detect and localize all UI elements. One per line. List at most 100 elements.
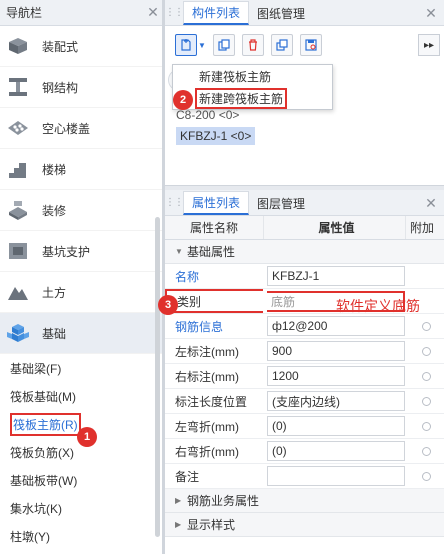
new-component-button[interactable] [175, 34, 197, 56]
tab-property-list[interactable]: 属性列表 [183, 191, 250, 215]
property-value-mark-position[interactable]: (支座内边线) [267, 391, 405, 411]
nav-category-steel[interactable]: 钢结构 [0, 67, 162, 108]
property-row-remark: 备注 [165, 464, 444, 489]
extra-radio[interactable] [422, 471, 431, 481]
hollow-slab-icon [8, 121, 28, 135]
new-file-icon [181, 39, 191, 51]
component-list-item-selected[interactable]: KFBZJ-1 <0> [176, 127, 256, 145]
nav-sub-item[interactable]: 基础板带(W) [0, 466, 162, 494]
close-icon[interactable]: ✕ [422, 5, 440, 22]
group-display-style[interactable]: ▶ 显示样式 [165, 513, 444, 537]
more-tools-button[interactable]: ▸▸ [418, 34, 440, 56]
tab-component-list[interactable]: 构件列表 [183, 1, 250, 25]
group-basic-properties[interactable]: ▼ 基础属性 [165, 240, 444, 264]
group-rebar-business-properties[interactable]: ▶ 钢筋业务属性 [165, 489, 444, 513]
dropdown-arrow-icon[interactable]: ▼ [198, 41, 206, 50]
menu-item-new-span-raft-main-rebar[interactable]: 新建跨筏板主筋 [173, 87, 332, 109]
drag-handle-icon[interactable]: ⋮⋮ [165, 189, 184, 215]
nav-category-prefab[interactable]: 装配式 [0, 26, 162, 67]
column-header-value: 属性值 [263, 216, 405, 239]
property-value-rebar-info[interactable]: ф12@200 [267, 316, 405, 336]
property-value-left-bend[interactable]: (0) [267, 416, 405, 436]
nav-category-label: 装配式 [42, 39, 79, 54]
property-value-left-mark[interactable]: 900 [267, 341, 405, 361]
step-marker-3: 3 [158, 295, 178, 315]
expand-icon: ▶ [175, 520, 182, 529]
save-icon [305, 39, 317, 51]
close-icon[interactable]: ✕ [422, 195, 440, 212]
property-row-left-bend: 左弯折(mm) (0) [165, 414, 444, 439]
copy-icon [218, 39, 230, 51]
annotation-note: 软件定义底筋 [336, 298, 420, 314]
extra-radio[interactable] [422, 346, 431, 356]
step-marker-2: 2 [173, 90, 193, 110]
prefab-icon [9, 38, 27, 54]
pit-support-icon [9, 243, 27, 259]
earthwork-icon [8, 287, 28, 300]
component-toolbar: ▼ [165, 26, 444, 64]
property-value-right-bend[interactable]: (0) [267, 441, 405, 461]
property-value-right-mark[interactable]: 1200 [267, 366, 405, 386]
nav-header: 导航栏 ✕ [0, 0, 162, 26]
step-marker-1: 1 [77, 427, 97, 447]
nav-category-earthwork[interactable]: 土方 [0, 272, 162, 313]
steel-beam-icon [9, 78, 27, 96]
tab-drawing-management[interactable]: 图纸管理 [249, 1, 313, 25]
component-list-item[interactable]: C8-200 <0> [176, 108, 239, 122]
property-row-right-mark: 右标注(mm) 1200 [165, 364, 444, 389]
column-header-extra: 附加 [405, 216, 444, 239]
drag-handle-icon[interactable]: ⋮⋮ [165, 0, 184, 25]
trash-icon [248, 39, 257, 51]
nav-category-label: 基坑支护 [42, 244, 91, 259]
menu-item-new-raft-main-rebar[interactable]: 新建筏板主筋 [173, 65, 332, 87]
extra-radio[interactable] [422, 321, 431, 331]
nav-title: 导航栏 [6, 6, 43, 20]
tab-layer-management[interactable]: 图层管理 [249, 191, 313, 215]
extra-radio[interactable] [422, 371, 431, 381]
save-component-button[interactable] [299, 34, 322, 56]
nav-category-label: 空心楼盖 [42, 121, 91, 136]
nav-category-decoration[interactable]: 装修 [0, 190, 162, 231]
nav-category-label: 钢结构 [42, 80, 79, 95]
expand-icon: ▶ [175, 496, 182, 505]
nav-category-pit-support[interactable]: 基坑支护 [0, 231, 162, 272]
delete-button[interactable] [241, 34, 264, 56]
property-row-left-mark: 左标注(mm) 900 [165, 339, 444, 364]
nav-category-stairs[interactable]: 楼梯 [0, 149, 162, 190]
nav-sub-item[interactable]: 基础梁(F) [0, 354, 162, 382]
nav-category-foundation[interactable]: 基础 [0, 313, 162, 354]
foundation-icon [7, 324, 29, 342]
nav-sub-item[interactable]: 柱墩(Y) [0, 522, 162, 550]
layer-copy-button[interactable] [270, 34, 293, 56]
nav-category-label: 楼梯 [42, 162, 67, 177]
property-row-mark-position: 标注长度位置 (支座内边线) [165, 389, 444, 414]
nav-category-label: 装修 [42, 203, 67, 218]
close-icon[interactable]: ✕ [144, 4, 162, 21]
property-row-right-bend: 右弯折(mm) (0) [165, 439, 444, 464]
layer-copy-icon [276, 39, 288, 51]
collapse-icon: ▼ [175, 247, 183, 256]
column-header-name: 属性名称 [189, 221, 238, 235]
nav-scrollbar[interactable] [155, 217, 160, 537]
extra-radio[interactable] [422, 421, 431, 431]
copy-button[interactable] [212, 34, 235, 56]
navigation-panel: 导航栏 ✕ 装配式 钢结构 空心楼盖 楼梯 装修 基坑支护 土方 基础 基础梁(… [0, 0, 163, 554]
nav-sub-item[interactable]: 集水坑(K) [0, 494, 162, 522]
component-tabbar: ⋮⋮ 构件列表 图纸管理 ✕ [165, 0, 444, 26]
property-panel: ⋮⋮ 属性列表 图层管理 ✕ 属性名称 属性值 附加 ▼ 基础属性 名称 KFB… [165, 190, 444, 554]
stairs-icon [9, 163, 26, 178]
new-component-dropdown-menu: 新建筏板主筋 新建跨筏板主筋 [172, 64, 333, 110]
property-row-name: 名称 KFBZJ-1 [165, 264, 444, 289]
nav-category-hollow-slab[interactable]: 空心楼盖 [0, 108, 162, 149]
property-value-remark[interactable] [267, 466, 405, 486]
property-grid-header: 属性名称 属性值 附加 [165, 216, 444, 240]
property-value-name[interactable]: KFBZJ-1 [267, 266, 405, 286]
extra-radio[interactable] [422, 446, 431, 456]
nav-category-label: 土方 [42, 285, 67, 300]
extra-radio[interactable] [422, 396, 431, 406]
property-row-rebar-info: 钢筋信息 ф12@200 [165, 314, 444, 339]
nav-category-label: 基础 [42, 326, 67, 341]
property-tabbar: ⋮⋮ 属性列表 图层管理 ✕ [165, 190, 444, 216]
nav-sub-item[interactable]: 筏板基础(M) [0, 382, 162, 410]
decoration-icon [9, 201, 27, 220]
